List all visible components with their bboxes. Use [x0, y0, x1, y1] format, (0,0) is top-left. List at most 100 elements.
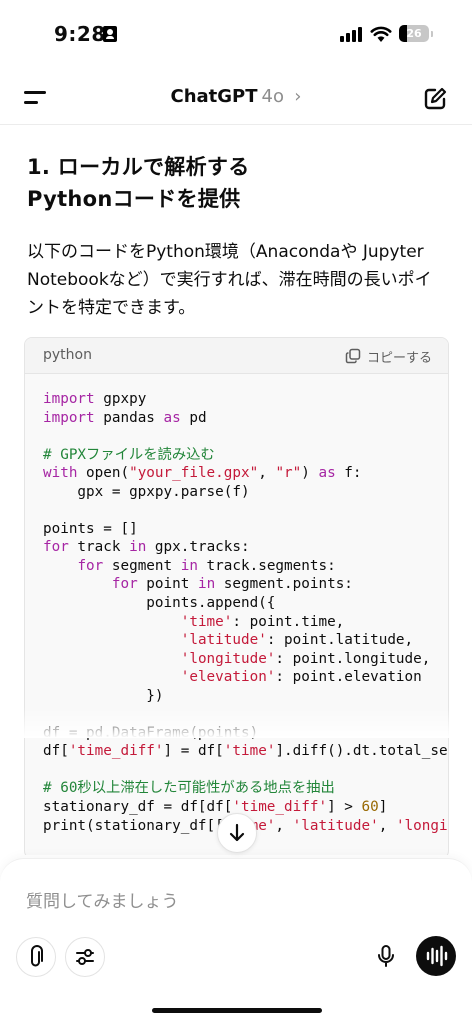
code-token: , — [378, 817, 396, 834]
code-token: , — [275, 817, 293, 834]
code-token: ] > — [327, 799, 362, 816]
code-token: , — [258, 465, 276, 482]
code-token: : point.time, — [232, 613, 345, 630]
tools-button[interactable] — [65, 937, 105, 977]
code-token: 'latitude' — [180, 632, 267, 649]
code-line: points = [] — [43, 520, 448, 539]
code-token: print(stationary_df[[ — [43, 817, 224, 834]
code-token: for — [111, 576, 138, 593]
code-line: points.append({ — [43, 594, 448, 613]
code-token: : point.elevation — [275, 669, 422, 686]
code-token: open( — [77, 465, 130, 482]
code-line: import gpxpy — [43, 390, 448, 409]
chat-content[interactable]: 1. ローカルで解析する Pythonコードを提供 以下のコードをPython環… — [0, 125, 472, 855]
attach-button[interactable] — [16, 937, 56, 977]
code-token: import — [43, 391, 95, 407]
code-token: pd — [180, 409, 207, 426]
code-token: segment — [103, 557, 181, 574]
code-text: import gpxpy import pandas as pd # GPXファイ… — [25, 374, 448, 835]
code-line: import pandas as pd — [43, 409, 448, 428]
code-token: df[ — [43, 743, 69, 760]
code-token: as — [318, 465, 336, 482]
cellular-signal-icon — [340, 27, 362, 42]
sliders-icon — [76, 949, 94, 965]
section-heading: 1. ローカルで解析する Pythonコードを提供 — [27, 155, 250, 211]
code-token: # GPXファイルを読み込む — [43, 446, 215, 463]
paperclip-icon — [31, 945, 43, 967]
code-token: in — [197, 576, 216, 593]
wifi-icon — [370, 26, 392, 42]
code-line: df['time_diff'] = df['time'].diff().dt.t… — [43, 742, 448, 761]
code-token: for — [43, 539, 69, 556]
code-token: in — [180, 557, 198, 574]
home-indicator — [152, 1008, 322, 1013]
code-line: 'time': point.time, — [43, 613, 448, 632]
code-token: ].diff().dt.total_seconds() — [275, 743, 448, 760]
code-token: as — [163, 409, 181, 426]
code-token: stationary_df = df[df[ — [43, 799, 233, 816]
code-token: "r" — [275, 465, 302, 482]
code-token: 'latitude' — [292, 817, 379, 834]
battery-level: 26 — [406, 27, 422, 40]
code-block: python コピーする import gpxpy import pandas a… — [24, 337, 449, 855]
code-line: 'latitude': point.latitude, — [43, 631, 448, 650]
code-language: python — [43, 347, 92, 363]
code-token: ) — [301, 465, 319, 482]
code-line: for point in segment.points: — [43, 575, 448, 594]
code-token: gpx.tracks: — [146, 539, 250, 556]
arrow-down-icon — [229, 823, 245, 842]
status-time: 9:28 — [54, 22, 106, 46]
code-token: track — [68, 539, 130, 556]
scroll-down-button[interactable] — [217, 813, 257, 853]
code-token: 60 — [361, 799, 379, 816]
app-title: ChatGPT — [170, 86, 258, 107]
code-line: gpx = gpxpy.parse(f) — [43, 483, 448, 502]
code-token: 'longitude' — [180, 650, 276, 667]
code-token: ] — [378, 799, 388, 816]
app-header: ChatGPT 4o › — [0, 72, 472, 125]
code-token: 'time_diff' — [68, 743, 164, 760]
code-token: track.segments: — [197, 557, 336, 574]
code-token: 'time' — [223, 743, 276, 760]
code-line: 'elevation': point.elevation — [43, 668, 448, 687]
model-selector[interactable]: ChatGPT 4o › — [0, 86, 472, 107]
code-token: : point.longitude, — [275, 650, 431, 667]
code-token: ] = df[ — [163, 743, 224, 760]
code-token: 'elevation' — [180, 669, 276, 686]
code-token: "your_file.gpx" — [129, 465, 259, 482]
code-token: # 60秒以上滞在した可能性がある地点を抽出 — [43, 780, 335, 797]
code-token: 'time_diff' — [232, 799, 328, 816]
code-token: pandas — [94, 409, 164, 426]
battery-icon: 26 — [399, 25, 429, 42]
code-block-header: python コピーする — [25, 338, 448, 374]
code-token: gpx = gpxpy.parse(f) — [43, 483, 250, 500]
code-token: in — [129, 539, 147, 556]
copy-label: コピーする — [366, 350, 432, 366]
new-chat-icon[interactable] — [422, 86, 448, 112]
copy-code-button[interactable]: コピーする — [345, 346, 432, 366]
focus-person-icon — [103, 26, 117, 42]
model-name: 4o — [261, 86, 284, 107]
code-line: # 60秒以上滞在した可能性がある地点を抽出 — [43, 779, 448, 798]
code-token: with — [43, 465, 78, 482]
code-line: # GPXファイルを読み込む — [43, 446, 448, 465]
code-token: 'longitude' — [395, 817, 448, 834]
message-input[interactable]: 質問してみましょう — [26, 887, 179, 912]
assistant-paragraph: 以下のコードをPython環境（Anacondaや Jupyter Notebo… — [27, 242, 432, 318]
voice-mode-button[interactable] — [416, 936, 456, 976]
code-line: 'longitude': point.longitude, — [43, 650, 448, 669]
microphone-icon — [378, 945, 394, 967]
code-token: f: — [335, 465, 362, 482]
composer: 質問してみましょう — [0, 858, 472, 1025]
code-token: : point.latitude, — [266, 632, 414, 649]
code-token: gpxpy — [94, 391, 147, 407]
dictate-button[interactable] — [367, 937, 405, 975]
voice-mode-icon — [426, 945, 448, 967]
code-line: for segment in track.segments: — [43, 557, 448, 576]
copy-icon — [345, 348, 361, 364]
